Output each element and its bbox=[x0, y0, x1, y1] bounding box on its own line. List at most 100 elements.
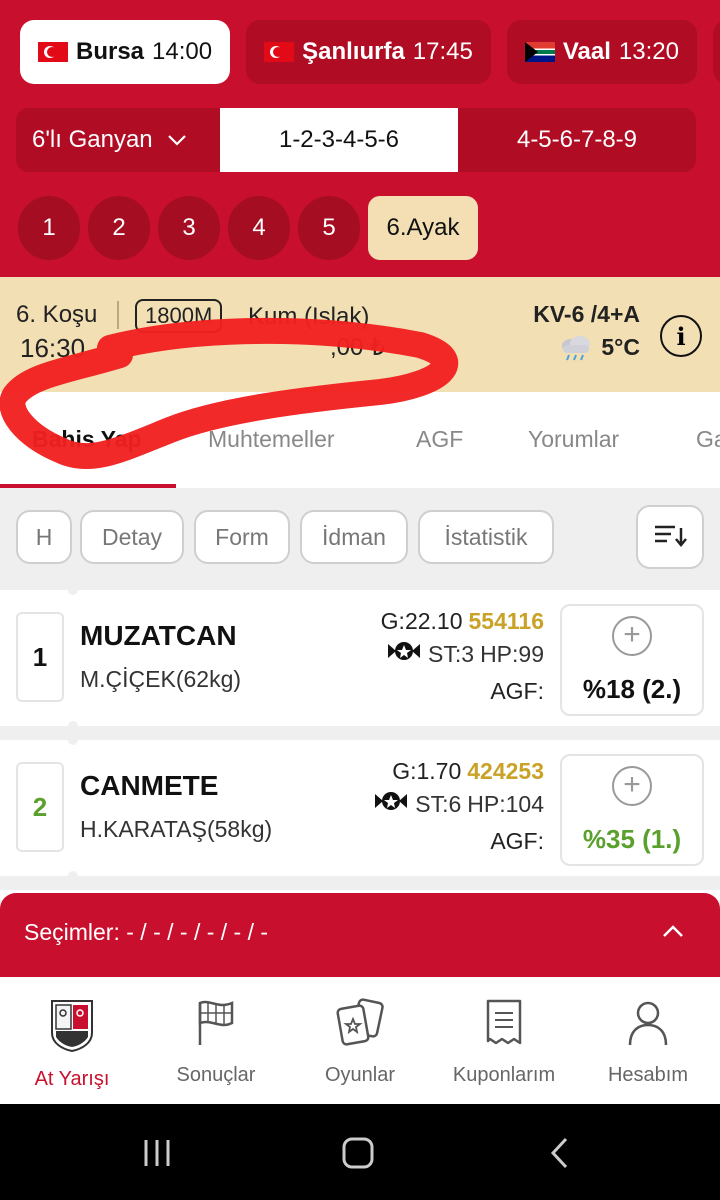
ganyan-odds: G:1.70 bbox=[392, 758, 462, 784]
nav-label: Oyunlar bbox=[324, 1064, 396, 1086]
ganyan-info: G:1.70 424253 bbox=[392, 758, 544, 785]
leg-5[interactable]: 5 bbox=[298, 196, 360, 260]
race-conditions: KV-6 /4+A bbox=[533, 301, 640, 327]
track-surface: Kum (Islak) bbox=[248, 303, 370, 330]
last-races: 554116 bbox=[468, 608, 544, 634]
temperature: 5°C bbox=[601, 333, 640, 360]
nav-label: Hesabım bbox=[607, 1064, 689, 1086]
ticket-notch bbox=[68, 585, 78, 595]
tab-bahis-yap[interactable]: Bahis Yap bbox=[32, 392, 142, 453]
leg-3[interactable]: 3 bbox=[158, 196, 220, 260]
race-distance: 1800M bbox=[135, 299, 223, 333]
city-tab-sanliurfa[interactable]: Şanlıurfa 17:45 bbox=[246, 20, 491, 84]
bet-type-label: 6'lı Ganyan bbox=[32, 126, 153, 153]
back-icon[interactable] bbox=[548, 1136, 572, 1175]
leg-6[interactable]: 6.Ayak bbox=[368, 196, 478, 260]
city-tabs: Bursa 14:00 Şanlıurfa 17:45 Vaal 13:20 bbox=[20, 20, 720, 84]
race-info: 6. Koşu 1800M Kum (Islak) 16:30 ,00 ₺ KV… bbox=[0, 277, 720, 392]
chip-h[interactable]: H bbox=[16, 510, 72, 564]
screen: Bursa 14:00 Şanlıurfa 17:45 Vaal 13:20 6… bbox=[0, 0, 720, 1200]
horse-name: MUZATCAN bbox=[80, 620, 237, 651]
filter-chips: H Detay Form İdman İstatistik bbox=[0, 500, 720, 580]
rain-cloud-icon bbox=[559, 333, 593, 361]
city-name: Şanlıurfa bbox=[302, 38, 405, 65]
leg-1[interactable]: 1 bbox=[18, 196, 80, 260]
chip-detay[interactable]: Detay bbox=[80, 510, 184, 564]
nav-label: At Yarışı bbox=[34, 1068, 110, 1090]
turkey-flag-icon bbox=[38, 42, 68, 62]
tab-muhtemeller[interactable]: Muhtemeller bbox=[208, 392, 335, 453]
selections-bar[interactable]: Seçimler: - / - / - / - / - / - bbox=[0, 893, 720, 977]
weather: 5°C bbox=[559, 333, 640, 361]
city-tab-bursa[interactable]: Bursa 14:00 bbox=[20, 20, 231, 84]
agf-value: %18 (2.) bbox=[582, 674, 682, 704]
horse-card[interactable]: 2 CANMETE H.KARATAŞ(58kg) G:1.70 424253 S… bbox=[0, 735, 720, 881]
horse-number: 1 bbox=[16, 612, 64, 702]
race-prize: ,00 ₺ bbox=[330, 334, 386, 361]
tab-yorumlar[interactable]: Yorumlar bbox=[528, 392, 619, 453]
agf-label: AGF: bbox=[490, 828, 544, 854]
plus-circle-icon: + bbox=[612, 766, 652, 806]
chip-istatistik[interactable]: İstatistik bbox=[418, 510, 554, 564]
leg-group-1-6[interactable]: 1-2-3-4-5-6 bbox=[220, 108, 458, 172]
horse-card[interactable]: 1 MUZATCAN M.ÇİÇEK(62kg) G:22.10 554116 S… bbox=[0, 585, 720, 731]
ticket-notch bbox=[68, 735, 78, 745]
nav-kuponlarim[interactable]: Kuponlarım bbox=[432, 977, 576, 1104]
start-position: ST:6 bbox=[415, 790, 462, 817]
leg-selector: 1 2 3 4 5 6.Ayak bbox=[18, 196, 478, 260]
ganyan-info: G:22.10 554116 bbox=[381, 608, 544, 635]
city-tab-vaal[interactable]: Vaal 13:20 bbox=[506, 20, 697, 84]
ticket-notch bbox=[68, 721, 78, 731]
last-races: 424253 bbox=[467, 758, 544, 784]
jockey-silks-icon bbox=[373, 790, 409, 818]
city-time: 17:45 bbox=[412, 38, 473, 65]
nav-oyunlar[interactable]: Oyunlar bbox=[288, 977, 432, 1104]
sort-button[interactable] bbox=[636, 505, 704, 569]
leg-group-4-9[interactable]: 4-5-6-7-8-9 bbox=[458, 108, 696, 172]
select-horse-button[interactable]: + %18 (2.) bbox=[560, 604, 704, 716]
race-number: 6. Koşu bbox=[16, 301, 98, 328]
chevron-down-icon bbox=[167, 130, 187, 151]
city-name: Vaal bbox=[562, 38, 611, 65]
chip-idman[interactable]: İdman bbox=[300, 510, 408, 564]
nav-at-yarisi[interactable]: At Yarışı bbox=[0, 977, 144, 1104]
bet-type-bar: 6'lı Ganyan 1-2-3-4-5-6 4-5-6-7-8-9 bbox=[16, 108, 696, 172]
leg-4[interactable]: 4 bbox=[228, 196, 290, 260]
tjk-logo-icon bbox=[48, 997, 96, 1058]
recent-apps-icon[interactable] bbox=[140, 1136, 174, 1175]
horse-name: CANMETE bbox=[80, 770, 219, 801]
receipt-icon bbox=[482, 997, 526, 1054]
selections-label: Seçimler: - / - / - / - / - / - bbox=[24, 919, 269, 945]
jockey-silks-icon bbox=[386, 640, 422, 668]
chevron-up-icon[interactable] bbox=[662, 917, 684, 945]
handicap-points: HP:99 bbox=[480, 640, 544, 667]
start-hp: ST:6 HP:104 bbox=[373, 790, 544, 818]
nav-label: Sonuçlar bbox=[176, 1064, 256, 1086]
start-hp: ST:3 HP:99 bbox=[386, 640, 544, 668]
nav-sonuclar[interactable]: Sonuçlar bbox=[144, 977, 288, 1104]
jockey-weight: M.ÇİÇEK(62kg) bbox=[80, 666, 242, 692]
system-nav-bar bbox=[0, 1104, 720, 1200]
chip-form[interactable]: Form bbox=[194, 510, 290, 564]
nav-hesabim[interactable]: Hesabım bbox=[576, 977, 720, 1104]
horse-number: 2 bbox=[16, 762, 64, 852]
sort-icon bbox=[653, 522, 687, 553]
city-tab-next[interactable] bbox=[712, 20, 720, 84]
header: Bursa 14:00 Şanlıurfa 17:45 Vaal 13:20 6… bbox=[0, 0, 720, 277]
select-horse-button[interactable]: + %35 (1.) bbox=[560, 754, 704, 866]
city-time: 14:00 bbox=[152, 38, 213, 65]
agf-label: AGF: bbox=[490, 678, 544, 704]
info-icon[interactable]: i bbox=[660, 315, 702, 357]
nav-label: Kuponlarım bbox=[452, 1064, 556, 1086]
race-time: 16:30 bbox=[20, 333, 86, 363]
ganyan-odds: G:22.10 bbox=[380, 608, 463, 634]
tab-agf[interactable]: AGF bbox=[416, 392, 463, 453]
home-icon[interactable] bbox=[340, 1136, 376, 1175]
cards-icon bbox=[334, 997, 386, 1054]
south-africa-flag-icon bbox=[524, 42, 555, 62]
tab-more[interactable]: Ga bbox=[696, 392, 720, 453]
bet-type-dropdown[interactable]: 6'lı Ganyan bbox=[16, 108, 220, 172]
active-tab-indicator bbox=[0, 484, 176, 488]
user-icon bbox=[626, 997, 670, 1054]
leg-2[interactable]: 2 bbox=[88, 196, 150, 260]
